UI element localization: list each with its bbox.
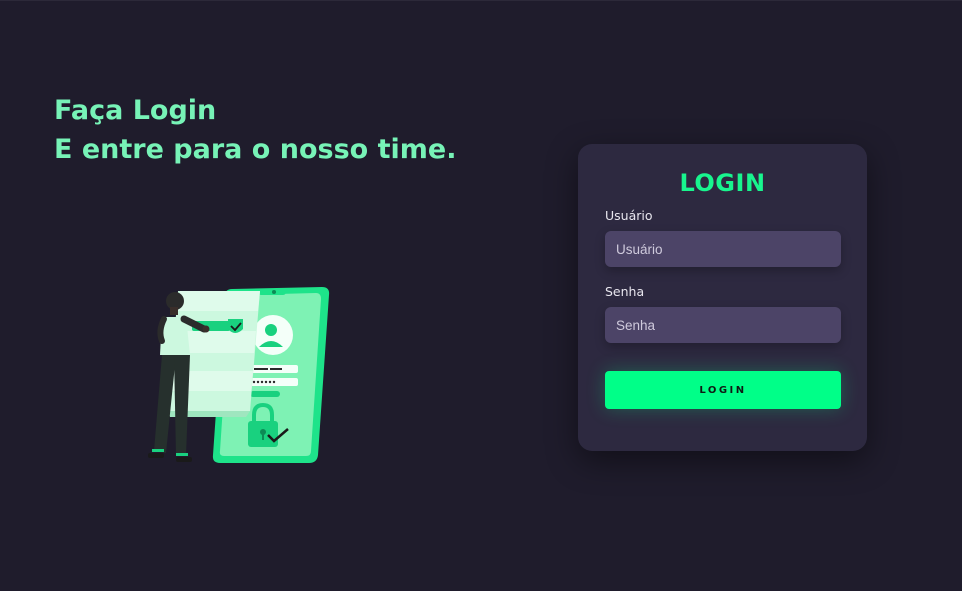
user-avatar-icon: [253, 315, 293, 355]
shield-icon: [228, 319, 243, 333]
username-input[interactable]: [605, 231, 841, 267]
hero-subtitle: E entre para o nosso time.: [54, 134, 457, 165]
camera-icon: [272, 290, 276, 294]
login-page: Faça Login E entre para o nosso time. LO…: [0, 0, 962, 591]
password-input[interactable]: [605, 307, 841, 343]
hero-title: Faça Login: [54, 95, 217, 126]
username-label: Usuário: [605, 208, 653, 223]
login-card: LOGIN Usuário Senha LOGIN: [578, 144, 867, 451]
password-label: Senha: [605, 284, 645, 299]
login-title: LOGIN: [679, 169, 766, 197]
login-illustration: [148, 287, 330, 463]
hero-heading: Faça Login E entre para o nosso time.: [54, 91, 456, 169]
login-button[interactable]: LOGIN: [605, 371, 841, 409]
